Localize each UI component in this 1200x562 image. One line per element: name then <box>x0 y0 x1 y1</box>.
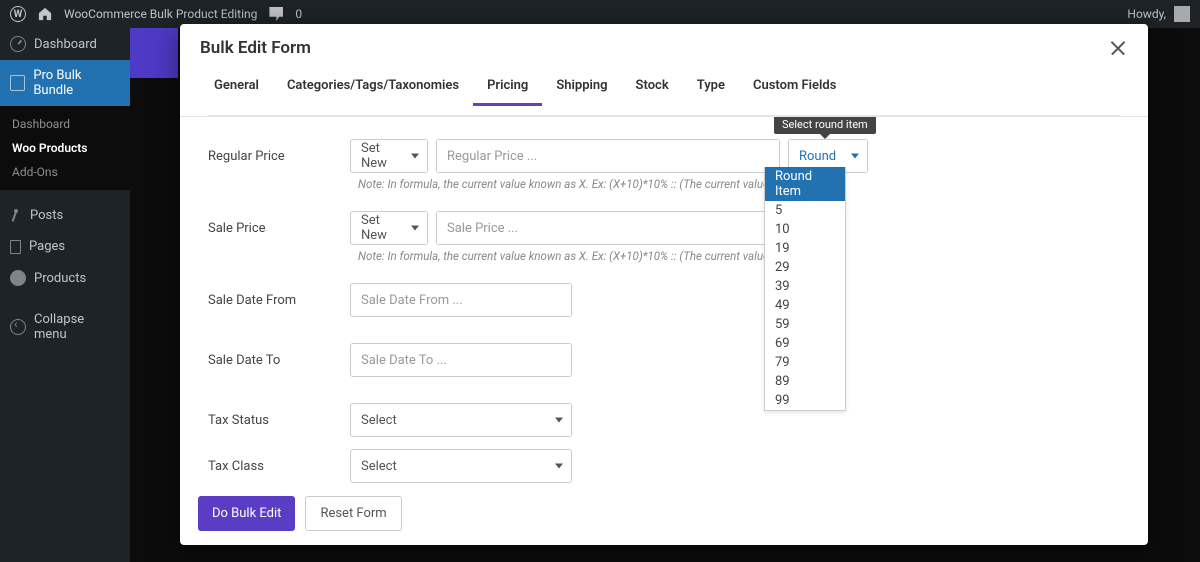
tax-status-select[interactable]: Select <box>350 403 572 437</box>
close-icon[interactable] <box>1108 38 1128 58</box>
menu-label: Pro Bulk Bundle <box>33 68 120 98</box>
regular-price-action-select[interactable]: Set New <box>350 139 428 173</box>
round-option[interactable]: 39 <box>765 277 845 296</box>
sale-date-to-input[interactable] <box>350 343 572 377</box>
submenu: Dashboard Woo Products Add-Ons <box>0 106 130 190</box>
tab-shipping[interactable]: Shipping <box>542 68 621 106</box>
row-sale-price: Sale Price Set New <box>208 211 1120 245</box>
tabs-container: General Categories/Tags/Taxonomies Prici… <box>180 68 1148 117</box>
wp-logo-icon[interactable]: W <box>10 6 26 22</box>
tab-categories[interactable]: Categories/Tags/Taxonomies <box>273 68 473 106</box>
home-icon[interactable] <box>38 7 52 21</box>
select-value: Round Item <box>799 149 839 164</box>
menu-label: Pages <box>29 239 65 254</box>
chevron-down-icon <box>555 464 563 469</box>
label-sale-date-from: Sale Date From <box>208 293 350 308</box>
select-value: Set New <box>361 213 399 243</box>
tab-stock[interactable]: Stock <box>622 68 683 106</box>
reset-form-button[interactable]: Reset Form <box>305 496 401 531</box>
round-option[interactable]: 89 <box>765 372 845 391</box>
modal-header: Bulk Edit Form <box>180 24 1148 68</box>
row-sale-date-to: Sale Date To <box>208 343 1120 377</box>
dashboard-icon <box>10 36 26 52</box>
submenu-add-ons[interactable]: Add-Ons <box>0 160 130 184</box>
modal-title: Bulk Edit Form <box>200 38 311 58</box>
menu-label: Posts <box>30 208 63 223</box>
menu-label: Products <box>34 271 86 286</box>
tab-type[interactable]: Type <box>683 68 739 106</box>
round-option[interactable]: 5 <box>765 201 845 220</box>
menu-posts[interactable]: Posts <box>0 200 130 231</box>
howdy-text[interactable]: Howdy, <box>1127 7 1166 21</box>
row-regular-price: Regular Price Set New Round Item <box>208 139 1120 173</box>
collapse-icon <box>10 319 26 335</box>
round-option[interactable]: 99 <box>765 391 845 410</box>
tax-class-select[interactable]: Select <box>350 449 572 483</box>
round-option[interactable]: 29 <box>765 258 845 277</box>
sale-price-action-select[interactable]: Set New <box>350 211 428 245</box>
submenu-woo-products[interactable]: Woo Products <box>0 136 130 160</box>
sale-price-note: Note: In formula, the current value know… <box>358 249 1120 263</box>
chevron-down-icon <box>411 154 419 159</box>
label-sale-date-to: Sale Date To <box>208 353 350 368</box>
sale-date-from-input[interactable] <box>350 283 572 317</box>
label-sale-price: Sale Price <box>208 221 350 236</box>
row-tax-status: Tax Status Select <box>208 403 1120 437</box>
menu-pages[interactable]: Pages <box>0 231 130 262</box>
label-regular-price: Regular Price <box>208 149 350 164</box>
comment-count: 0 <box>295 7 302 21</box>
regular-price-input[interactable] <box>436 139 780 173</box>
pin-icon <box>10 209 22 223</box>
row-tax-class: Tax Class Select <box>208 449 1120 483</box>
bundle-icon <box>10 75 25 91</box>
round-option[interactable]: 10 <box>765 220 845 239</box>
label-tax-status: Tax Status <box>208 413 350 428</box>
menu-pro-bulk-bundle[interactable]: Pro Bulk Bundle <box>0 60 130 106</box>
chevron-down-icon <box>555 418 563 423</box>
round-option[interactable]: Round Item <box>765 167 845 201</box>
select-value: Set New <box>361 141 399 171</box>
round-option[interactable]: 69 <box>765 334 845 353</box>
round-item-tooltip: Select round item <box>774 117 876 134</box>
app-sidebar-strip <box>130 28 178 78</box>
chevron-down-icon <box>851 154 859 159</box>
chevron-down-icon <box>411 226 419 231</box>
site-title[interactable]: WooCommerce Bulk Product Editing <box>64 7 257 21</box>
form-body: Select round item Regular Price Set New … <box>180 117 1148 484</box>
comment-icon[interactable] <box>269 7 283 21</box>
user-avatar-icon[interactable] <box>1174 6 1190 22</box>
round-option[interactable]: 49 <box>765 296 845 315</box>
select-value: Select <box>361 413 397 428</box>
modal-footer: Do Bulk Edit Reset Form <box>180 484 1148 545</box>
menu-products[interactable]: Products <box>0 262 130 294</box>
menu-collapse[interactable]: Collapse menu <box>0 304 130 350</box>
regular-price-note: Note: In formula, the current value know… <box>358 177 1120 191</box>
submenu-dashboard[interactable]: Dashboard <box>0 112 130 136</box>
bulk-edit-modal: Bulk Edit Form General Categories/Tags/T… <box>180 24 1148 545</box>
menu-dashboard[interactable]: Dashboard <box>0 28 130 60</box>
page-icon <box>10 240 21 254</box>
do-bulk-edit-button[interactable]: Do Bulk Edit <box>198 496 295 531</box>
round-option[interactable]: 79 <box>765 353 845 372</box>
round-option[interactable]: 19 <box>765 239 845 258</box>
menu-label: Dashboard <box>34 37 97 52</box>
products-icon <box>10 270 26 286</box>
sale-price-input[interactable] <box>436 211 780 245</box>
round-option[interactable]: 59 <box>765 315 845 334</box>
menu-label: Collapse menu <box>34 312 120 342</box>
label-tax-class: Tax Class <box>208 459 350 474</box>
wp-sidebar: Dashboard Pro Bulk Bundle Dashboard Woo … <box>0 28 130 562</box>
round-item-dropdown: Round Item510192939495969798999 <box>764 167 846 411</box>
tab-general[interactable]: General <box>200 68 273 106</box>
tab-custom-fields[interactable]: Custom Fields <box>739 68 850 106</box>
tab-pricing[interactable]: Pricing <box>473 68 542 106</box>
select-value: Select <box>361 459 397 474</box>
row-sale-date-from: Sale Date From <box>208 283 1120 317</box>
